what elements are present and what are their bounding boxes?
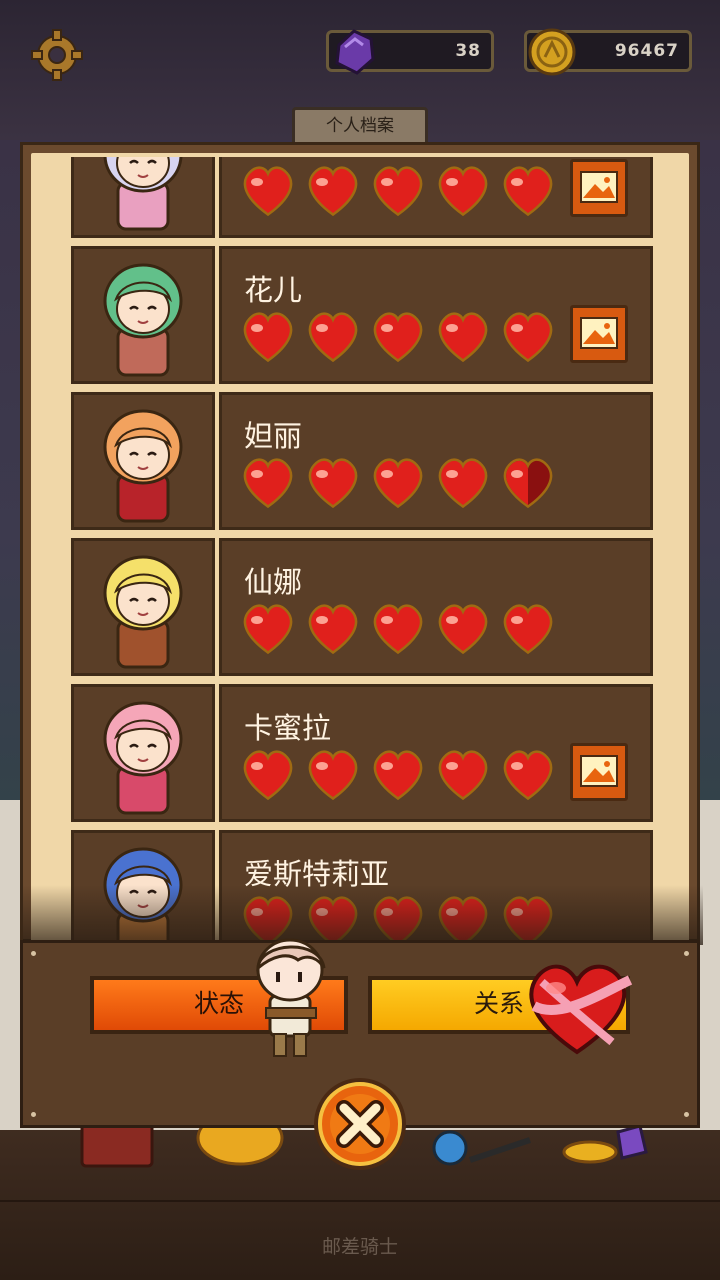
character-info: 仙娜 — [219, 538, 653, 676]
character-info: 花儿 — [219, 246, 653, 384]
heart-icon — [243, 604, 293, 655]
heart-icon — [308, 604, 358, 655]
heart-icon — [438, 458, 488, 509]
list-fade — [23, 885, 703, 945]
heart-icon — [503, 312, 553, 363]
gallery-button[interactable] — [570, 743, 628, 801]
footer-title: 邮差骑士 — [321, 1236, 398, 1258]
character-row[interactable] — [71, 157, 653, 238]
heart-icon — [373, 458, 423, 509]
character-portrait — [71, 684, 215, 822]
coin-count: 96467 — [614, 41, 679, 61]
heart-icon — [503, 750, 553, 801]
character-info: 卡蜜拉 — [219, 684, 653, 822]
heart-icon — [373, 604, 423, 655]
gem-count: 38 — [455, 41, 481, 61]
heart-icon — [373, 166, 423, 217]
player-character-sprite — [256, 938, 326, 1057]
gallery-button[interactable] — [570, 159, 628, 217]
character-info: 妲丽 — [219, 392, 653, 530]
heart-icon — [503, 604, 553, 655]
image-icon — [580, 171, 618, 203]
heart-icon — [503, 166, 553, 217]
heart-icon — [243, 312, 293, 363]
coin-counter: 96467 — [524, 28, 692, 76]
close-button[interactable] — [310, 1074, 410, 1174]
ribbon-heart-icon — [529, 964, 633, 1055]
character-list[interactable]: 花儿 妲丽 仙娜 卡蜜拉 爱斯特莉亚 — [71, 157, 653, 943]
heart-icon — [308, 458, 358, 509]
gold-coin-icon — [528, 28, 576, 76]
character-row[interactable]: 仙娜 — [71, 538, 653, 676]
coin-pile-icon — [562, 1124, 648, 1164]
heart-icon — [243, 166, 293, 217]
character-info — [219, 157, 653, 238]
heart-icon — [243, 750, 293, 801]
character-portrait — [71, 157, 215, 238]
character-name: 卡蜜拉 — [244, 711, 332, 745]
heart-icon — [503, 458, 553, 509]
character-name: 花儿 — [244, 273, 303, 307]
heart-icon — [438, 604, 488, 655]
character-portrait — [71, 538, 215, 676]
character-row[interactable]: 妲丽 — [71, 392, 653, 530]
heart-icon — [308, 312, 358, 363]
purple-gem-icon — [335, 29, 375, 75]
settings-gear-icon[interactable] — [30, 28, 84, 82]
heart-icon — [308, 750, 358, 801]
heart-icon — [438, 166, 488, 217]
heart-icon — [438, 750, 488, 801]
character-row[interactable]: 花儿 — [71, 246, 653, 384]
image-icon — [580, 755, 618, 787]
profile-panel: 花儿 妲丽 仙娜 卡蜜拉 爱斯特莉亚 — [20, 142, 703, 945]
heart-icon — [438, 312, 488, 363]
heart-icon — [373, 750, 423, 801]
character-row[interactable]: 卡蜜拉 — [71, 684, 653, 822]
heart-icon — [373, 312, 423, 363]
heart-icon — [243, 458, 293, 509]
gallery-button[interactable] — [570, 305, 628, 363]
character-portrait — [71, 246, 215, 384]
character-name: 仙娜 — [244, 565, 303, 599]
image-icon — [580, 317, 618, 349]
gem-counter: 38 — [326, 29, 494, 75]
character-name: 妲丽 — [244, 419, 303, 453]
profile-tab: 个人档案 — [292, 107, 428, 145]
heart-icon — [308, 166, 358, 217]
character-portrait — [71, 392, 215, 530]
